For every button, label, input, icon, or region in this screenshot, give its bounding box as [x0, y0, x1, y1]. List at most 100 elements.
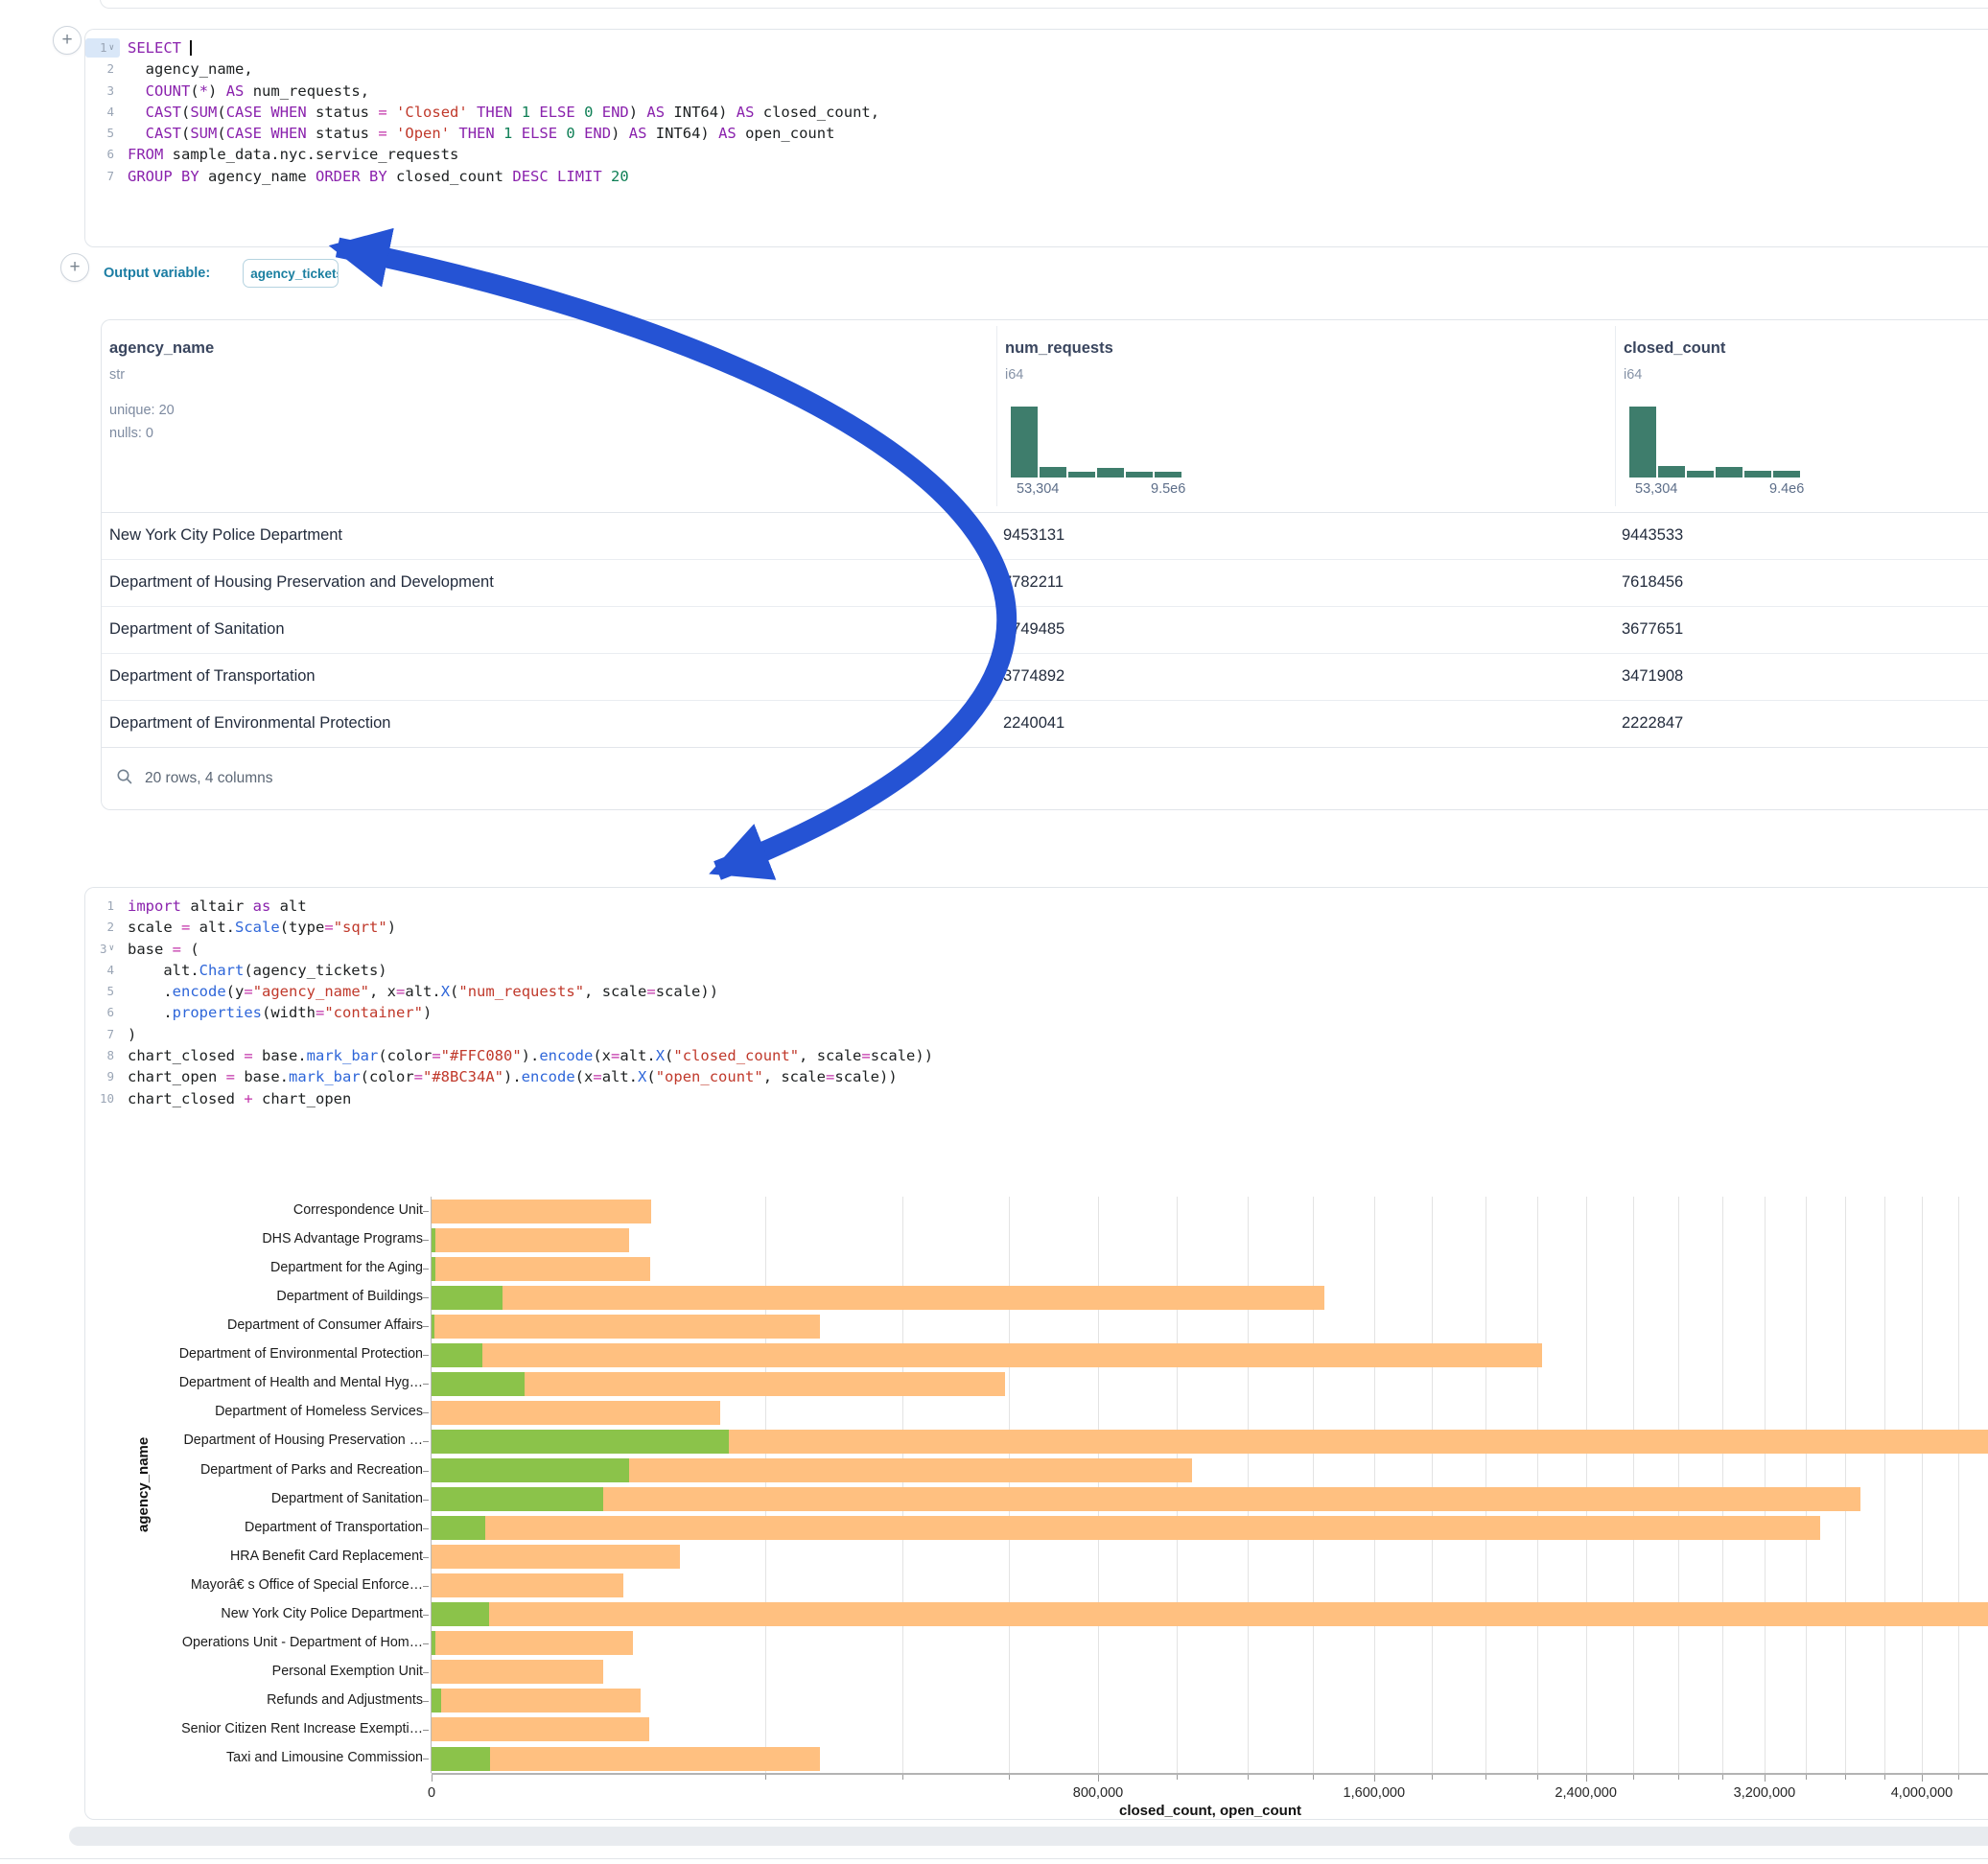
code-token — [549, 168, 557, 185]
code-line-text[interactable]: scale = alt.Scale(type="sqrt") — [120, 917, 396, 938]
code-line-text[interactable]: chart_closed + chart_open — [120, 1088, 351, 1109]
gridline — [1884, 1197, 1885, 1773]
code-line[interactable]: 8chart_closed = base.mark_bar(color="#FF… — [85, 1045, 1988, 1066]
line-number[interactable]: 8 — [85, 1046, 120, 1065]
code-line[interactable]: 9chart_open = base.mark_bar(color="#8BC3… — [85, 1066, 1988, 1087]
search-icon[interactable] — [116, 768, 133, 790]
cell-num-requests: 2240041 — [1003, 700, 1598, 747]
table-row[interactable]: Department of Transportation377489234719… — [102, 653, 1988, 701]
code-line-text[interactable]: agency_name, — [120, 58, 253, 80]
horizontal-scrollbar[interactable] — [69, 1827, 1988, 1846]
code-line-text[interactable]: .encode(y="agency_name", x=alt.X("num_re… — [120, 981, 718, 1002]
code-line[interactable]: 6 .properties(width="container") — [85, 1002, 1988, 1023]
line-number[interactable]: 1∨ — [85, 38, 120, 58]
code-line[interactable]: 3 COUNT(*) AS num_requests, — [85, 81, 1988, 102]
line-number[interactable]: 3∨ — [85, 940, 120, 959]
code-line[interactable]: 4 CAST(SUM(CASE WHEN status = 'Closed' T… — [85, 102, 1988, 123]
code-line[interactable]: 5 CAST(SUM(CASE WHEN status = 'Open' THE… — [85, 123, 1988, 144]
line-number[interactable]: 7 — [85, 167, 120, 186]
code-line-text[interactable]: COUNT(*) AS num_requests, — [120, 81, 369, 102]
add-cell-button-top[interactable]: + — [53, 26, 82, 55]
code-token: THEN — [477, 104, 512, 121]
sql-code-editor[interactable]: 1∨SELECT 2 agency_name,3 COUNT(*) AS num… — [85, 37, 1988, 187]
code-line[interactable]: 3∨base = ( — [85, 939, 1988, 960]
code-token: "container" — [324, 1004, 423, 1021]
code-token: encode — [173, 983, 226, 1000]
code-line[interactable]: 2 agency_name, — [85, 58, 1988, 80]
cell-agency-name: Department of Environmental Protection — [109, 700, 972, 747]
line-number[interactable]: 9 — [85, 1068, 120, 1087]
code-token: = — [646, 983, 655, 1000]
code-line[interactable]: 1∨SELECT — [85, 37, 1988, 58]
code-line[interactable]: 2scale = alt.Scale(type="sqrt") — [85, 917, 1988, 938]
line-number[interactable]: 4 — [85, 961, 120, 980]
code-line-text[interactable]: chart_open = base.mark_bar(color="#8BC34… — [120, 1066, 898, 1087]
y-axis-label: Operations Unit - Department of Hom… — [97, 1635, 423, 1652]
line-number[interactable]: 2 — [85, 59, 120, 79]
code-line-text[interactable]: FROM sample_data.nyc.service_requests — [120, 144, 458, 165]
fold-caret-icon[interactable]: ∨ — [109, 944, 114, 953]
code-token — [128, 125, 146, 142]
code-line[interactable]: 10chart_closed + chart_open — [85, 1088, 1988, 1109]
y-axis-tick — [423, 1615, 429, 1616]
code-line-text[interactable]: CAST(SUM(CASE WHEN status = 'Closed' THE… — [120, 102, 879, 123]
table-row[interactable]: Department of Sanitation37494853677651 — [102, 606, 1988, 654]
code-token — [128, 82, 146, 100]
code-line[interactable]: 7) — [85, 1024, 1988, 1045]
histogram-bar — [1773, 471, 1800, 478]
line-number[interactable]: 6 — [85, 1004, 120, 1023]
cell-closed-count: 7618456 — [1622, 559, 1986, 606]
code-token: agency_name — [199, 168, 316, 185]
code-line[interactable]: 1import altair as alt — [85, 896, 1988, 917]
python-code-editor[interactable]: 1import altair as alt2scale = alt.Scale(… — [85, 896, 1988, 1109]
y-axis-label: Personal Exemption Unit — [97, 1664, 423, 1681]
code-token: "agency_name" — [253, 983, 369, 1000]
output-variable-chip[interactable]: agency_tickets — [243, 259, 339, 288]
table-row[interactable]: New York City Police Department945313194… — [102, 512, 1988, 560]
code-token: = — [181, 919, 190, 936]
table-row[interactable]: Department of Environmental Protection 22… — [102, 700, 1988, 748]
code-line-text[interactable]: chart_closed = base.mark_bar(color="#FFC… — [120, 1045, 933, 1066]
code-token — [173, 168, 181, 185]
code-line-text[interactable]: SELECT — [120, 37, 192, 58]
code-token: "#FFC080" — [441, 1047, 522, 1064]
line-number[interactable]: 5 — [85, 124, 120, 143]
code-token: END — [584, 125, 611, 142]
histogram-bar — [1011, 407, 1038, 478]
code-token — [530, 104, 539, 121]
code-line-text[interactable]: .properties(width="container") — [120, 1002, 432, 1023]
line-number[interactable]: 3 — [85, 82, 120, 101]
code-token: alt — [270, 897, 306, 915]
fold-caret-icon[interactable]: ∨ — [109, 44, 114, 53]
code-line-text[interactable]: alt.Chart(agency_tickets) — [120, 960, 387, 981]
line-number[interactable]: 4 — [85, 103, 120, 122]
table-row[interactable]: Department of Housing Preservation and D… — [102, 559, 1988, 607]
code-token: , x — [369, 983, 396, 1000]
code-line-text[interactable]: base = ( — [120, 939, 199, 960]
code-line-text[interactable]: CAST(SUM(CASE WHEN status = 'Open' THEN … — [120, 123, 834, 144]
code-line[interactable]: 5 .encode(y="agency_name", x=alt.X("num_… — [85, 981, 1988, 1002]
code-line[interactable]: 4 alt.Chart(agency_tickets) — [85, 960, 1988, 981]
line-number[interactable]: 2 — [85, 918, 120, 937]
column-header-closed-count[interactable]: closed_count i64 53,304 9.4e6 — [1616, 320, 1988, 512]
column-header-agency-name[interactable]: agency_name str unique: 20 nulls: 0 — [102, 320, 996, 512]
code-line[interactable]: 7GROUP BY agency_name ORDER BY closed_co… — [85, 166, 1988, 187]
line-number[interactable]: 1 — [85, 897, 120, 916]
code-line[interactable]: 6FROM sample_data.nyc.service_requests — [85, 144, 1988, 165]
line-number[interactable]: 5 — [85, 982, 120, 1001]
line-number[interactable]: 10 — [85, 1089, 120, 1108]
code-line-text[interactable]: import altair as alt — [120, 896, 307, 917]
open-bar — [432, 1602, 489, 1626]
code-line-text[interactable]: GROUP BY agency_name ORDER BY closed_cou… — [120, 166, 629, 187]
line-number[interactable]: 7 — [85, 1025, 120, 1044]
sql-cell[interactable]: 1∨SELECT 2 agency_name,3 COUNT(*) AS num… — [84, 29, 1988, 247]
code-token: chart_open — [253, 1090, 352, 1107]
code-token: = — [396, 983, 405, 1000]
column-header-num-requests[interactable]: num_requests i64 53,304 9.5e6 — [997, 320, 1615, 512]
x-axis-minor-tick — [1722, 1775, 1723, 1780]
code-line-text[interactable]: ) — [120, 1024, 136, 1045]
line-number[interactable]: 6 — [85, 146, 120, 165]
code-token: alt. — [190, 919, 235, 936]
python-cell[interactable]: 1import altair as alt2scale = alt.Scale(… — [84, 887, 1988, 1820]
histogram-min-label: 53,304 — [1635, 481, 1677, 497]
